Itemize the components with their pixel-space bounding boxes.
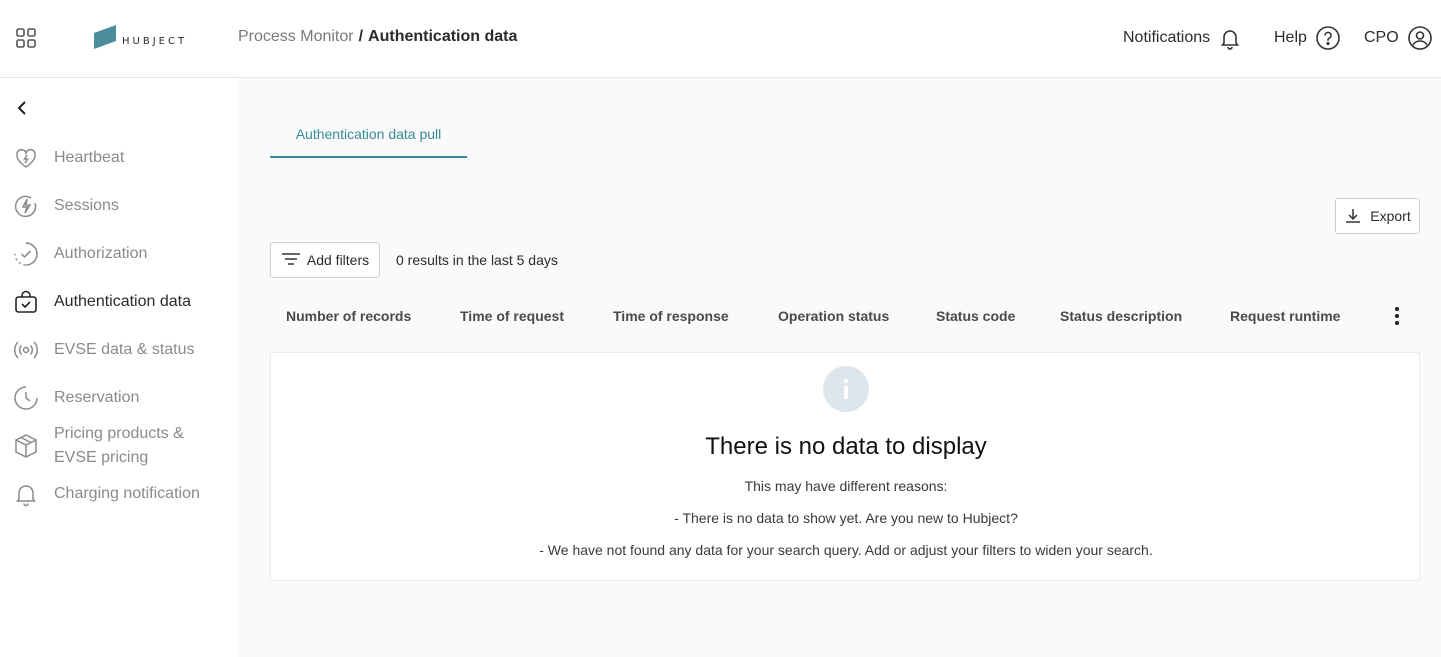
breadcrumb-current: Authentication data — [368, 28, 518, 45]
app-grid-icon[interactable] — [14, 26, 38, 50]
empty-state-line: This may have different reasons: — [744, 478, 948, 494]
sidebar-item-label: Reservation — [54, 389, 140, 406]
column-options-button[interactable] — [1387, 305, 1407, 327]
sidebar-item-reservation[interactable]: Reservation — [0, 384, 238, 412]
chevron-left-icon — [17, 101, 26, 115]
empty-state-line: - We have not found any data for your se… — [539, 542, 1153, 558]
help-label: Help — [1274, 29, 1307, 46]
tab-authentication-data-pull[interactable]: Authentication data pull — [270, 114, 467, 158]
results-count: 0 results in the last 5 days — [396, 252, 558, 268]
sidebar-item-label-line2: EVSE pricing — [54, 449, 149, 466]
download-icon — [1346, 209, 1361, 223]
sidebar-item-label: Sessions — [54, 197, 119, 214]
info-icon — [823, 366, 869, 412]
bag-check-icon — [12, 288, 40, 316]
empty-state-panel: There is no data to display This may hav… — [270, 352, 1420, 581]
sidebar-item-charging-notification[interactable]: Charging notification — [0, 480, 238, 508]
sidebar-item-evse-data-status[interactable]: EVSE data & status — [0, 336, 238, 364]
bolt-icon — [12, 192, 40, 220]
export-label: Export — [1370, 208, 1411, 224]
breadcrumb: Process Monitor / Authentication data — [238, 28, 517, 46]
heart-icon — [12, 144, 40, 172]
sidebar-item-label-line1: Pricing products & — [54, 425, 184, 442]
column-header[interactable]: Number of records — [286, 308, 411, 324]
question-circle-icon — [1316, 26, 1340, 50]
column-header[interactable]: Operation status — [778, 308, 889, 324]
user-label: CPO — [1364, 29, 1399, 46]
collapse-sidebar-button[interactable] — [12, 98, 32, 118]
signal-icon — [12, 336, 40, 364]
sidebar-item-heartbeat[interactable]: Heartbeat — [0, 144, 238, 172]
box-icon — [12, 432, 40, 460]
check-circle-icon — [12, 240, 40, 268]
column-header[interactable]: Status description — [1060, 308, 1182, 324]
sidebar-item-label: Charging notification — [54, 485, 200, 502]
bell-icon — [1221, 30, 1240, 50]
empty-state-title: There is no data to display — [705, 433, 987, 460]
breadcrumb-process-monitor[interactable]: Process Monitor — [238, 28, 354, 45]
column-header[interactable]: Request runtime — [1230, 308, 1340, 324]
help-button[interactable]: Help — [1274, 24, 1341, 52]
more-vertical-icon — [1395, 307, 1399, 325]
user-menu-button[interactable]: CPO — [1364, 24, 1433, 52]
notifications-label: Notifications — [1123, 29, 1211, 46]
add-filters-button[interactable]: Add filters — [270, 242, 380, 278]
sidebar-item-sessions[interactable]: Sessions — [0, 192, 238, 220]
sidebar-item-label: Authorization — [54, 245, 148, 262]
sidebar-item-label: Heartbeat — [54, 149, 125, 166]
hubject-logo[interactable]: HUBJECT — [92, 24, 192, 52]
sidebar-item-pricing[interactable]: Pricing products & EVSE pricing — [0, 422, 238, 470]
breadcrumb-separator: / — [358, 28, 364, 45]
notifications-button[interactable]: Notifications — [1123, 24, 1242, 52]
bell-icon — [12, 480, 40, 508]
sidebar-item-authorization[interactable]: Authorization — [0, 240, 238, 268]
column-header[interactable]: Status code — [936, 308, 1015, 324]
sidebar-item-authentication-data[interactable]: Authentication data — [0, 288, 238, 316]
sidebar-item-label: Authentication data — [54, 293, 191, 310]
sidebar-item-label: EVSE data & status — [54, 341, 195, 358]
logo-text: HUBJECT — [122, 36, 188, 47]
empty-state-line: - There is no data to show yet. Are you … — [674, 510, 1018, 526]
clock-icon — [12, 384, 40, 412]
top-header: HUBJECT Process Monitor / Authentication d… — [0, 0, 1441, 78]
sidebar: Heartbeat Sessions Authorization Authent… — [0, 78, 238, 657]
column-header[interactable]: Time of request — [460, 308, 564, 324]
add-filters-label: Add filters — [306, 252, 370, 268]
column-header[interactable]: Time of response — [613, 308, 729, 324]
filter-icon — [281, 253, 300, 265]
logo-mark-icon — [94, 25, 116, 49]
main-content: Authentication data pull Export Add filt… — [238, 78, 1441, 657]
user-circle-icon — [1407, 26, 1432, 50]
export-button[interactable]: Export — [1335, 198, 1420, 234]
